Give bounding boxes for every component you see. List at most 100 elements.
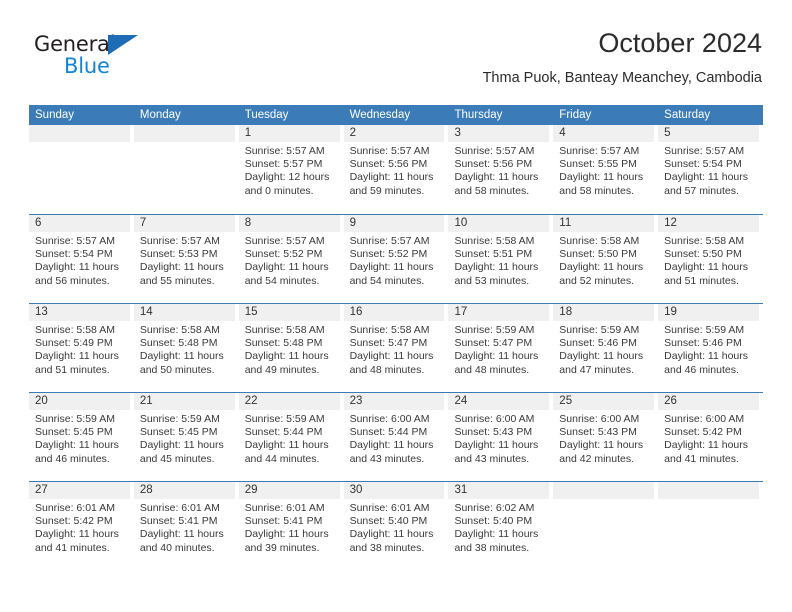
day-sun-info: Sunrise: 5:59 AM Sunset: 5:45 PM Daylight:… [29, 410, 130, 466]
daylight-text: and 48 minutes. [454, 363, 530, 376]
daylight-text: and 40 minutes. [139, 541, 215, 554]
calendar-day-cell[interactable]: 1 Sunrise: 5:57 AM Sunset: 5:57 PM Daylight… [238, 125, 344, 214]
calendar-day-cell[interactable]: 25 Sunrise: 6:00 AM Sunset: 5:43 PM Dayligh… [553, 393, 658, 481]
day-number: 15 [238, 304, 340, 321]
calendar-day-cell[interactable]: 18 Sunrise: 5:59 AM Sunset: 5:46 PM Dayligh… [553, 304, 658, 392]
calendar-day-cell[interactable]: 11 Sunrise: 5:58 AM Sunset: 5:50 PM Dayligh… [553, 215, 658, 303]
calendar-day-cell[interactable]: 23 Sunrise: 6:00 AM Sunset: 5:44 PM Dayligh… [343, 393, 449, 481]
calendar-day-cell[interactable]: 28 Sunrise: 6:01 AM Sunset: 5:41 PM Dayligh… [133, 482, 239, 570]
day-sun-info: Sunrise: 5:57 AM Sunset: 5:52 PM Daylight:… [239, 232, 340, 288]
day-number: 10 [448, 215, 550, 232]
sunset-text: Sunset: 5:42 PM [664, 426, 742, 439]
sunset-text: Sunset: 5:50 PM [664, 248, 742, 261]
day-sun-info: Sunrise: 6:00 AM Sunset: 5:43 PM Daylight:… [553, 410, 654, 466]
calendar-day-cell[interactable]: 9 Sunrise: 5:57 AM Sunset: 5:52 PM Daylight… [343, 215, 449, 303]
day-sun-info: Sunrise: 5:57 AM Sunset: 5:57 PM Daylight:… [239, 142, 340, 198]
calendar-day-cell[interactable]: 15 Sunrise: 5:58 AM Sunset: 5:48 PM Dayligh… [238, 304, 344, 392]
day-number [658, 482, 760, 499]
daylight-text: Daylight: 11 hours [139, 439, 224, 452]
calendar-day-cell[interactable]: 5 Sunrise: 5:57 AM Sunset: 5:54 PM Daylight… [658, 125, 763, 214]
sunrise-text: Sunrise: 5:57 AM [244, 145, 325, 157]
day-number: 27 [29, 482, 130, 499]
calendar-day-cell-empty [133, 125, 239, 214]
calendar-day-cell[interactable]: 22 Sunrise: 5:59 AM Sunset: 5:44 PM Dayligh… [238, 393, 344, 481]
day-sun-info: Sunrise: 5:57 AM Sunset: 5:56 PM Daylight:… [344, 142, 445, 198]
calendar-day-cell[interactable]: 17 Sunrise: 5:59 AM Sunset: 5:47 PM Dayligh… [448, 304, 553, 392]
daylight-text: and 54 minutes. [349, 274, 425, 287]
calendar-day-cell[interactable]: 8 Sunrise: 5:57 AM Sunset: 5:52 PM Daylight… [238, 215, 344, 303]
sunset-text: Sunset: 5:48 PM [244, 337, 323, 350]
day-number: 18 [553, 304, 655, 321]
day-number: 24 [448, 393, 550, 410]
day-number: 13 [29, 304, 130, 321]
sunrise-text: Sunrise: 5:59 AM [139, 413, 220, 425]
calendar-page: General Blue October 2024 Thma Puok, Ban… [0, 0, 792, 612]
location-subtitle: Thma Puok, Banteay Meanchey, Cambodia [482, 70, 762, 86]
calendar-week-row: 27 Sunrise: 6:01 AM Sunset: 5:42 PM Dayligh… [29, 481, 763, 570]
calendar-day-cell[interactable]: 19 Sunrise: 5:59 AM Sunset: 5:46 PM Dayligh… [658, 304, 763, 392]
calendar-day-cell[interactable]: 24 Sunrise: 6:00 AM Sunset: 5:43 PM Dayligh… [448, 393, 553, 481]
calendar-week-row: 13 Sunrise: 5:58 AM Sunset: 5:49 PM Dayligh… [29, 303, 763, 392]
day-number: 17 [448, 304, 550, 321]
day-sun-info: Sunrise: 5:59 AM Sunset: 5:47 PM Daylight:… [448, 321, 549, 377]
calendar-day-cell[interactable]: 14 Sunrise: 5:58 AM Sunset: 5:48 PM Dayligh… [133, 304, 239, 392]
sunset-text: Sunset: 5:45 PM [35, 426, 113, 439]
calendar-day-cell[interactable]: 3 Sunrise: 5:57 AM Sunset: 5:56 PM Daylight… [448, 125, 553, 214]
calendar-day-cell[interactable]: 30 Sunrise: 6:01 AM Sunset: 5:40 PM Dayligh… [343, 482, 449, 570]
calendar-day-cell[interactable]: 12 Sunrise: 5:58 AM Sunset: 5:50 PM Dayligh… [658, 215, 763, 303]
daylight-text: and 58 minutes. [559, 184, 635, 197]
calendar-day-cell[interactable]: 21 Sunrise: 5:59 AM Sunset: 5:45 PM Dayligh… [133, 393, 239, 481]
calendar-day-cell[interactable]: 4 Sunrise: 5:57 AM Sunset: 5:55 PM Daylight… [553, 125, 658, 214]
calendar-day-cell[interactable]: 10 Sunrise: 5:58 AM Sunset: 5:51 PM Dayligh… [448, 215, 553, 303]
calendar-day-cell[interactable]: 7 Sunrise: 5:57 AM Sunset: 5:53 PM Daylight… [133, 215, 239, 303]
day-number: 2 [343, 125, 445, 142]
calendar-day-cell[interactable]: 6 Sunrise: 5:57 AM Sunset: 5:54 PM Daylight… [29, 215, 134, 303]
sunrise-text: Sunrise: 5:58 AM [139, 324, 220, 336]
day-sun-info: Sunrise: 5:59 AM Sunset: 5:46 PM Daylight:… [553, 321, 654, 377]
day-sun-info: Sunrise: 5:59 AM Sunset: 5:44 PM Daylight:… [239, 410, 340, 466]
weekday-header-monday: Monday [139, 109, 181, 121]
sunset-text: Sunset: 5:47 PM [349, 337, 428, 350]
day-sun-info: Sunrise: 6:00 AM Sunset: 5:43 PM Daylight:… [448, 410, 549, 466]
calendar-day-cell[interactable]: 13 Sunrise: 5:58 AM Sunset: 5:49 PM Dayligh… [29, 304, 134, 392]
general-blue-logo[interactable]: General Blue [34, 32, 234, 88]
day-number: 4 [553, 125, 655, 142]
sunset-text: Sunset: 5:42 PM [35, 515, 113, 528]
daylight-text: and 38 minutes. [454, 541, 530, 554]
day-sun-info: Sunrise: 6:02 AM Sunset: 5:40 PM Daylight:… [448, 499, 549, 555]
sunset-text: Sunset: 5:46 PM [664, 337, 742, 350]
page-title: October 2024 [598, 28, 762, 58]
sunset-text: Sunset: 5:46 PM [559, 337, 637, 350]
daylight-text: and 46 minutes. [35, 452, 110, 465]
sunset-text: Sunset: 5:50 PM [559, 248, 637, 261]
calendar-day-cell[interactable]: 29 Sunrise: 6:01 AM Sunset: 5:41 PM Dayligh… [238, 482, 344, 570]
calendar-day-cell[interactable]: 26 Sunrise: 6:00 AM Sunset: 5:42 PM Dayligh… [658, 393, 763, 481]
day-number: 14 [133, 304, 235, 321]
day-number: 22 [238, 393, 340, 410]
sunset-text: Sunset: 5:51 PM [454, 248, 533, 261]
day-sun-info: Sunrise: 5:57 AM Sunset: 5:56 PM Daylight:… [448, 142, 549, 198]
daylight-text: Daylight: 11 hours [35, 439, 119, 452]
day-sun-info: Sunrise: 5:57 AM Sunset: 5:52 PM Daylight:… [344, 232, 445, 288]
calendar-body: 1 Sunrise: 5:57 AM Sunset: 5:57 PM Daylight… [29, 125, 763, 570]
calendar-day-cell[interactable]: 2 Sunrise: 5:57 AM Sunset: 5:56 PM Daylight… [343, 125, 449, 214]
sunrise-text: Sunrise: 6:01 AM [244, 502, 325, 514]
title-block: October 2024 Thma Puok, Banteay Meanchey… [483, 26, 762, 88]
day-sun-info: Sunrise: 5:59 AM Sunset: 5:45 PM Daylight:… [134, 410, 235, 466]
calendar-day-cell[interactable]: 31 Sunrise: 6:02 AM Sunset: 5:40 PM Dayligh… [448, 482, 553, 570]
sunrise-text: Sunrise: 5:57 AM [559, 145, 640, 157]
daylight-text: and 41 minutes. [35, 541, 110, 554]
daylight-text: Daylight: 11 hours [35, 528, 119, 541]
sunrise-text: Sunrise: 6:00 AM [454, 413, 535, 425]
weekday-header-wednesday: Wednesday [349, 109, 411, 121]
calendar-day-cell[interactable]: 16 Sunrise: 5:58 AM Sunset: 5:47 PM Dayligh… [343, 304, 449, 392]
weekday-header-row: Sunday Monday Tuesday Wednesday Thursday Frid… [29, 105, 763, 125]
calendar-day-cell[interactable]: 20 Sunrise: 5:59 AM Sunset: 5:45 PM Dayligh… [29, 393, 134, 481]
sunset-text: Sunset: 5:56 PM [349, 158, 428, 171]
sunrise-text: Sunrise: 6:01 AM [349, 502, 430, 514]
day-number: 31 [448, 482, 550, 499]
daylight-text: Daylight: 11 hours [139, 350, 224, 363]
logo-text-blue: Blue [64, 54, 110, 78]
sunrise-text: Sunrise: 6:01 AM [139, 502, 220, 514]
calendar-day-cell[interactable]: 27 Sunrise: 6:01 AM Sunset: 5:42 PM Dayligh… [29, 482, 134, 570]
